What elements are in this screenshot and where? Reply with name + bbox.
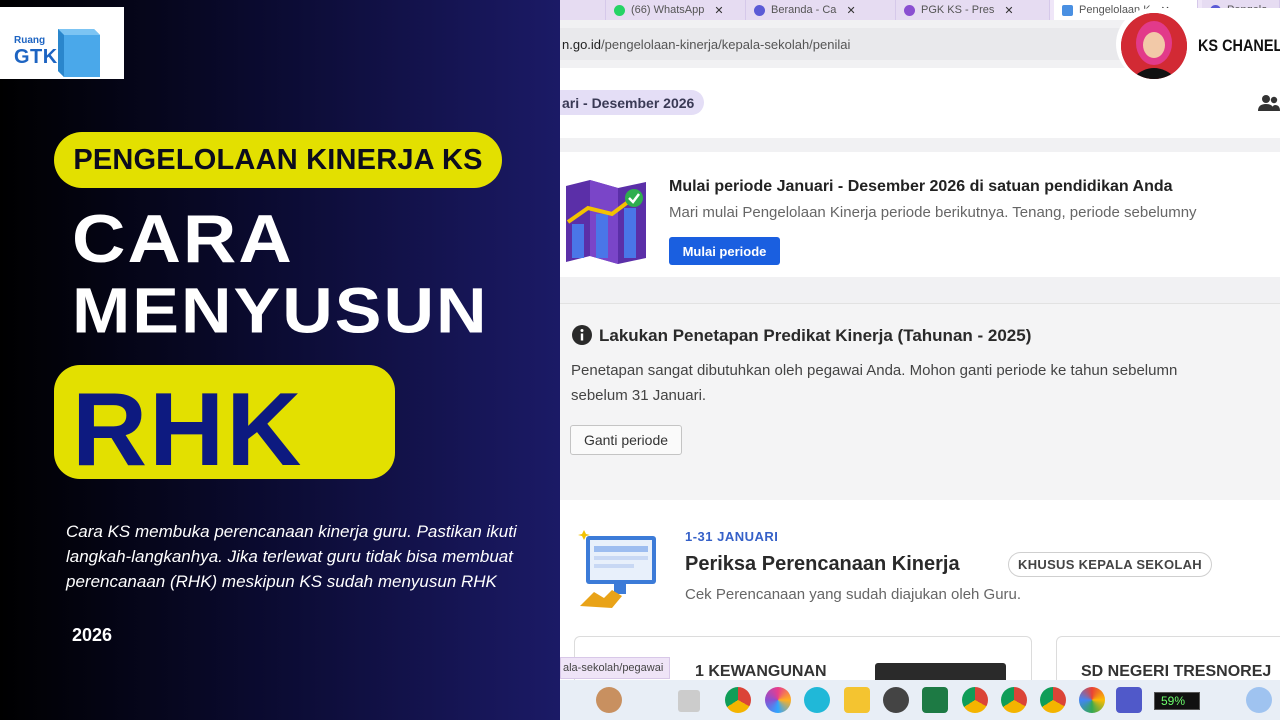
review-title: Periksa Perencanaan Kinerja — [685, 553, 960, 575]
battery-indicator[interactable]: 59% — [1154, 692, 1200, 710]
chrome-profile-icon[interactable] — [1001, 687, 1027, 713]
link-status-bar: ala-sekolah/pegawai — [560, 657, 671, 679]
notice-title: Lakukan Penetapan Predikat Kinerja (Tahu… — [599, 326, 1032, 345]
school-name: SD NEGERI TRESNOREJ — [1081, 663, 1272, 680]
url-domain: n.go.id — [562, 36, 602, 52]
copilot-icon[interactable] — [765, 687, 791, 713]
tab-label: Beranda - Ca — [771, 4, 837, 16]
logo-text-big: GTK — [14, 46, 58, 68]
weather-icon[interactable] — [1246, 687, 1272, 713]
period-selector[interactable]: ari - Desember 2026 — [560, 90, 705, 115]
keyword-pill: RHK — [54, 365, 395, 488]
headline-line-2: MENYUSUN — [72, 274, 489, 347]
map-chart-illustration — [566, 180, 646, 264]
promo-description: Cara KS membuka perencanaan kinerja guru… — [66, 522, 517, 591]
topic-pill: PENGELOLAAN KINERJA KS — [54, 132, 502, 188]
file-explorer-icon[interactable] — [844, 687, 870, 713]
chrome-icon[interactable] — [725, 687, 751, 713]
app-icon[interactable] — [883, 687, 909, 713]
start-card-title: Mulai periode Januari - Desember 2026 di… — [669, 178, 1173, 195]
url-text: n.go.id/pengelolaan-kinerja/kepala-sekol… — [562, 37, 850, 52]
topic-label: PENGELOLAAN KINERJA KS — [73, 143, 483, 176]
chrome-profile-icon[interactable] — [1040, 687, 1066, 713]
monitor-review-illustration — [578, 530, 656, 608]
excel-icon[interactable] — [922, 687, 948, 713]
keyword-label: RHK — [72, 372, 304, 488]
close-icon[interactable]: ✕ — [1004, 4, 1013, 17]
avatar — [1121, 13, 1187, 79]
users-icon[interactable] — [1258, 94, 1280, 112]
notice-body-line-1: Penetapan sangat dibutuhkan oleh pegawai… — [571, 362, 1178, 379]
url-path: /pengelolaan-kinerja/kepala-sekolah/peni… — [601, 36, 851, 52]
tab-whatsapp[interactable]: (66) WhatsApp ✕ — [606, 0, 746, 20]
school-name: 1 KEWANGUNAN — [695, 663, 827, 680]
presenter-avatar-icon — [1121, 13, 1187, 79]
teams-icon[interactable] — [1116, 687, 1142, 713]
tab-label: (66) WhatsApp — [631, 4, 705, 16]
start-card-subtitle: Mari mulai Pengelolaan Kinerja periode b… — [669, 204, 1197, 221]
chrome-icon — [754, 4, 765, 16]
photos-icon[interactable] — [1079, 687, 1105, 713]
cube-icon — [58, 29, 100, 77]
tab-pgk[interactable]: PGK KS - Pres ✕ — [896, 0, 1050, 20]
promo-panel: Ruang GTK PENGELOLAAN KINERJA KS CARA ME… — [0, 0, 560, 720]
close-icon[interactable]: ✕ — [714, 4, 723, 17]
whatsapp-icon — [614, 4, 625, 16]
task-view-icon[interactable] — [678, 690, 700, 712]
channel-name: KS CHANEL — [1198, 36, 1280, 55]
page-icon — [1062, 4, 1073, 16]
logo-text-small: Ruang — [14, 35, 46, 46]
ruang-gtk-logo: Ruang GTK — [0, 7, 124, 79]
headline-line-1: CARA — [72, 200, 294, 277]
change-period-button[interactable]: Ganti periode — [570, 425, 682, 455]
review-date: 1-31 JANUARI — [685, 529, 779, 544]
tab-label: PGK KS - Pres — [921, 4, 995, 16]
review-subtitle: Cek Perencanaan yang sudah diajukan oleh… — [685, 586, 1022, 603]
chrome-profile-icon[interactable] — [962, 687, 988, 713]
principal-only-badge: KHUSUS KEPALA SEKOLAH — [1008, 552, 1212, 577]
puzzle-icon — [904, 4, 915, 16]
notice-body-line-2: sebelum 31 Januari. — [571, 387, 707, 404]
tab-beranda[interactable]: Beranda - Ca ✕ — [746, 0, 896, 20]
promo-year: 2026 — [72, 625, 113, 645]
canva-icon[interactable] — [804, 687, 830, 713]
close-icon[interactable]: ✕ — [846, 4, 855, 17]
browser-screenshot: (66) WhatsApp ✕ Beranda - Ca ✕ PGK KS - … — [560, 0, 1280, 720]
info-icon — [572, 325, 592, 345]
squirrel-wallpaper-icon[interactable] — [596, 687, 622, 713]
start-period-button[interactable]: Mulai periode — [669, 237, 780, 265]
tab-blank[interactable] — [560, 0, 606, 20]
